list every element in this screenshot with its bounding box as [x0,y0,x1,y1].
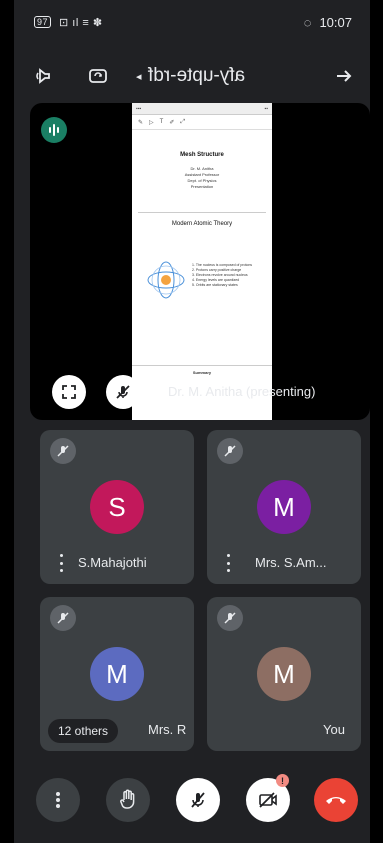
participant-tile-self[interactable]: M You [207,597,361,751]
muted-mic-icon [217,605,243,631]
avatar: M [90,647,144,701]
atom-diagram-icon [147,261,185,299]
end-call-icon [326,797,346,804]
muted-mic-icon [217,438,243,464]
muted-mic-icon [50,605,76,631]
slide-bullet: 5. Orbits are stationary states [192,283,238,287]
meeting-header: ◂ afy-upte-rdf [14,56,370,96]
slide-line: Presentation [190,184,214,189]
mic-off-icon [191,792,205,808]
presenter-name: Dr. M. Anitha (presenting) [168,384,316,399]
meeting-name[interactable]: ◂ afy-upte-rdf [136,65,245,87]
status-bar: 97 ⊡ ıl ≡ ✽ ◌ 10:07 [14,0,370,44]
end-call-button[interactable] [314,778,358,822]
status-right: ◌ 10:07 [304,15,352,30]
shared-screen: ▪▪▪ ▪▪ ✎ ▷ T ✐ ⤢ Mesh Structure Dr. M. Anitha… [132,103,272,420]
slide-author-lines: Dr. M. Anitha Assistant Professor Dept. … [138,166,266,190]
others-count-badge[interactable]: 12 others [48,719,119,743]
avatar: M [257,480,311,534]
meet-screen: 97 ⊡ ıl ≡ ✽ ◌ 10:07 ◂ afy-upte-rdf ▪▪▪ ▪▪ [14,0,370,843]
raise-hand-icon [120,789,135,809]
fullscreen-icon [62,385,76,399]
camera-off-icon [259,792,277,808]
participant-tile[interactable]: M 12 others Mrs. R [40,597,194,751]
shared-status-bar: ▪▪▪ ▪▪ [132,103,272,115]
slide-bullets: 1. The nucleus is composed of protons 2.… [192,263,264,288]
more-options-button[interactable] [36,778,80,822]
audio-output-icon[interactable] [30,62,58,90]
back-arrow-icon[interactable] [330,62,358,90]
participant-name: Mrs. R [148,722,187,737]
camera-toggle-button[interactable]: ! [246,774,290,822]
more-options-icon [56,792,60,808]
participant-name: Mrs. S.Am... [255,555,327,570]
slide-bottom-text: Summary [192,370,212,375]
participant-menu-icon[interactable] [56,554,66,572]
signal-wifi-icons: ⊡ ıl ≡ ✽ [59,16,103,29]
participant-name: S.Mahajothi [78,555,147,570]
participant-tile[interactable]: M Mrs. S.Am... [207,430,361,584]
switch-camera-icon[interactable] [84,62,112,90]
dropdown-caret-icon: ◂ [136,70,142,83]
status-icons: 97 ⊡ ıl ≡ ✽ [34,16,103,29]
meeting-code: afy-upte-rdf [147,65,245,86]
mic-off-icon [116,385,130,399]
raise-hand-button[interactable] [106,778,150,822]
speaking-indicator-icon [41,117,67,143]
muted-mic-icon [50,438,76,464]
mic-toggle-button[interactable] [176,778,220,822]
mute-presentation-button[interactable] [106,375,140,409]
avatar: S [90,480,144,534]
shared-toolbar: ✎ ▷ T ✐ ⤢ [132,115,272,130]
slide-divider [138,212,266,213]
participant-menu-icon[interactable] [223,554,233,572]
slide-subtitle: Modern Atomic Theory [171,221,233,227]
status-time: 10:07 [319,14,352,30]
presentation-tile[interactable]: ▪▪▪ ▪▪ ✎ ▷ T ✐ ⤢ Mesh Structure Dr. M. Anitha… [30,103,370,420]
fullscreen-button[interactable] [52,375,86,409]
participant-name: You [323,722,345,737]
avatar: M [257,647,311,701]
slide-title: Mesh Structure [180,152,224,158]
slide-page: Mesh Structure Dr. M. Anitha Assistant P… [132,130,272,233]
call-controls: ! [14,766,370,836]
battery-indicator: 97 [34,16,52,28]
alarm-icon: ◌ [303,14,312,30]
participant-tile[interactable]: S S.Mahajothi [40,430,194,584]
camera-alert-badge: ! [276,774,289,787]
